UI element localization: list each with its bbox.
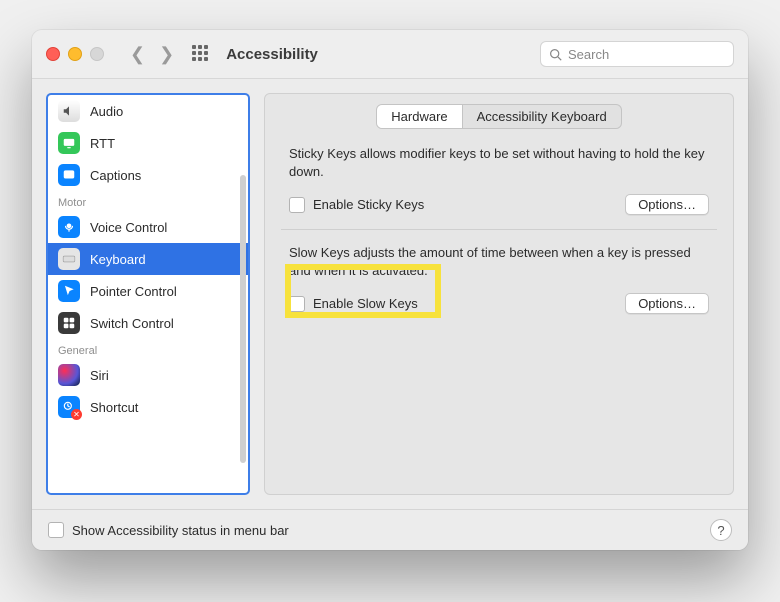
slow-keys-section: Slow Keys adjusts the amount of time bet…	[265, 230, 733, 328]
sticky-keys-section: Sticky Keys allows modifier keys to be s…	[265, 129, 733, 229]
slow-keys-options-button[interactable]: Options…	[625, 293, 709, 314]
tab-accessibility-keyboard[interactable]: Accessibility Keyboard	[463, 105, 621, 128]
sidebar-item-label: Switch Control	[90, 316, 174, 331]
pointer-control-icon	[58, 280, 80, 302]
tab-hardware[interactable]: Hardware	[377, 105, 462, 128]
captions-icon	[58, 164, 80, 186]
close-window-button[interactable]	[46, 47, 60, 61]
show-status-menubar-checkbox[interactable]	[48, 522, 64, 538]
tab-segments: Hardware Accessibility Keyboard	[376, 104, 621, 129]
sidebar-group-general: General	[48, 339, 248, 359]
show-status-menubar-label: Show Accessibility status in menu bar	[72, 523, 289, 538]
back-button[interactable]: ❮	[130, 45, 145, 63]
help-button[interactable]: ?	[710, 519, 732, 541]
window-controls	[46, 47, 104, 61]
sidebar-item-label: Captions	[90, 168, 141, 183]
show-all-icon[interactable]	[192, 45, 210, 63]
sidebar-item-siri[interactable]: Siri	[48, 359, 248, 391]
titlebar: ❮ ❯ Accessibility Search	[32, 30, 748, 79]
sidebar-item-label: Voice Control	[90, 220, 167, 235]
sidebar-item-label: Shortcut	[90, 400, 138, 415]
sidebar-item-pointer-control[interactable]: Pointer Control	[48, 275, 248, 307]
sidebar-item-label: Audio	[90, 104, 123, 119]
sidebar-item-captions[interactable]: Captions	[48, 159, 248, 191]
enable-sticky-keys-label: Enable Sticky Keys	[313, 197, 424, 212]
audio-icon	[58, 100, 80, 122]
sidebar-item-keyboard[interactable]: Keyboard	[48, 243, 248, 275]
sidebar-item-label: Pointer Control	[90, 284, 177, 299]
slow-keys-description: Slow Keys adjusts the amount of time bet…	[289, 244, 709, 279]
tab-bar: Hardware Accessibility Keyboard	[265, 104, 733, 129]
window-title: Accessibility	[226, 46, 318, 63]
sticky-keys-description: Sticky Keys allows modifier keys to be s…	[289, 145, 709, 180]
rtt-icon	[58, 132, 80, 154]
sidebar-item-label: RTT	[90, 136, 115, 151]
sidebar-item-switch-control[interactable]: Switch Control	[48, 307, 248, 339]
body: Audio RTT Captions Motor Voice Control	[32, 79, 748, 509]
sidebar-item-shortcut[interactable]: ✕ Shortcut	[48, 391, 248, 423]
sidebar-scrollbar[interactable]	[240, 175, 246, 463]
minimize-window-button[interactable]	[68, 47, 82, 61]
zoom-window-button[interactable]	[90, 47, 104, 61]
search-placeholder: Search	[568, 47, 609, 62]
sidebar-item-rtt[interactable]: RTT	[48, 127, 248, 159]
enable-slow-keys-checkbox[interactable]	[289, 296, 305, 312]
sidebar-item-label: Keyboard	[90, 252, 146, 267]
sticky-keys-options-button[interactable]: Options…	[625, 194, 709, 215]
main-panel: Hardware Accessibility Keyboard Sticky K…	[264, 93, 734, 495]
switch-control-icon	[58, 312, 80, 334]
nav-arrows: ❮ ❯	[130, 45, 174, 63]
search-icon	[549, 48, 562, 61]
voice-control-icon	[58, 216, 80, 238]
search-input[interactable]: Search	[540, 41, 734, 67]
sidebar-item-voice-control[interactable]: Voice Control	[48, 211, 248, 243]
sidebar: Audio RTT Captions Motor Voice Control	[46, 93, 250, 495]
siri-icon	[58, 364, 80, 386]
footer: Show Accessibility status in menu bar ?	[32, 509, 748, 550]
forward-button[interactable]: ❯	[159, 45, 174, 63]
sidebar-group-motor: Motor	[48, 191, 248, 211]
preferences-window: ❮ ❯ Accessibility Search Audio RTT	[32, 30, 748, 550]
enable-sticky-keys-checkbox[interactable]	[289, 197, 305, 213]
keyboard-icon	[58, 248, 80, 270]
sidebar-item-audio[interactable]: Audio	[48, 95, 248, 127]
shortcut-icon: ✕	[58, 396, 80, 418]
enable-slow-keys-label: Enable Slow Keys	[313, 296, 418, 311]
sidebar-item-label: Siri	[90, 368, 109, 383]
